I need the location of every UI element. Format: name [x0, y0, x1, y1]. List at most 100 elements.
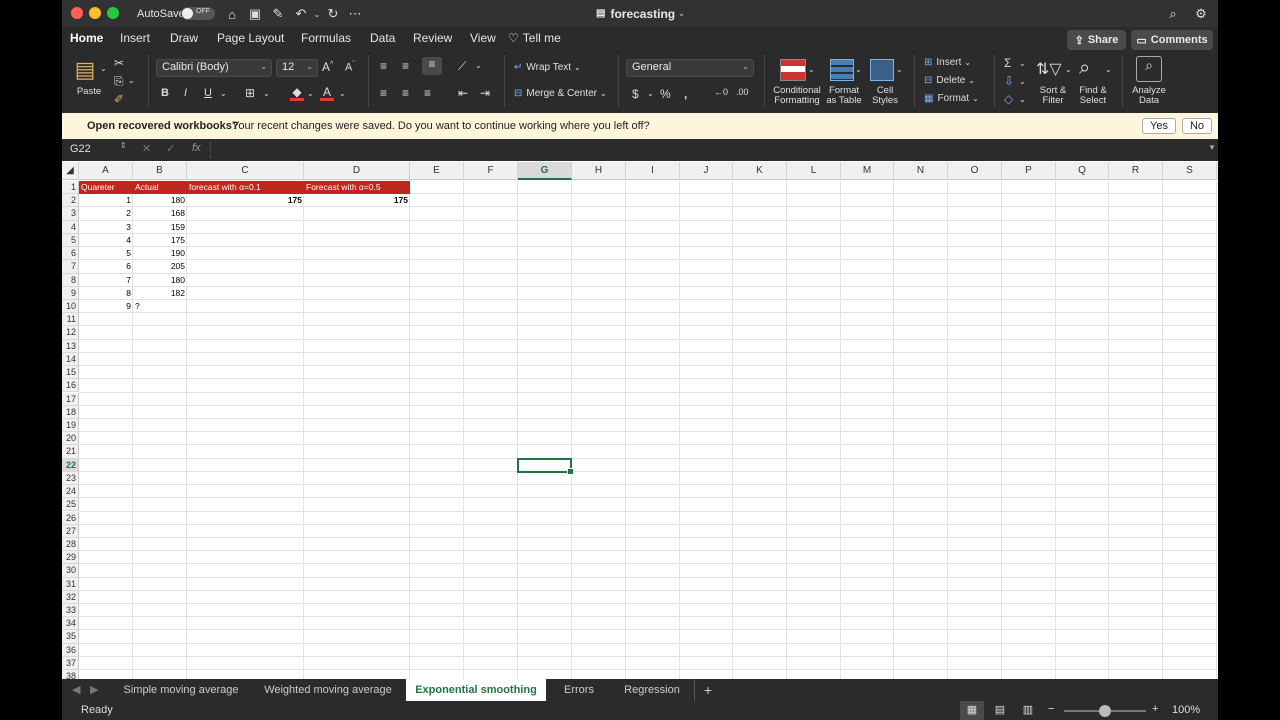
cut-icon[interactable]: ✂ [114, 56, 124, 70]
format-painter-icon[interactable]: ✐ [114, 92, 124, 106]
page-layout-view-icon[interactable]: ▤ [990, 701, 1010, 720]
tab-insert[interactable]: Insert [120, 31, 150, 49]
cell-a1[interactable]: Quareter [79, 181, 133, 195]
zoom-in-icon[interactable]: + [1152, 703, 1158, 715]
normal-view-icon[interactable]: ▦ [960, 701, 984, 720]
comma-icon[interactable]: , [684, 87, 687, 101]
clear-icon[interactable]: ◇ [1004, 92, 1013, 106]
sheet-tab-simple-moving-average[interactable]: Simple moving average [114, 679, 248, 701]
sheet-tab-weighted-moving-average[interactable]: Weighted moving average [252, 679, 404, 701]
row-header-12[interactable]: 12 [62, 326, 79, 340]
row-header-4[interactable]: 4 [62, 220, 79, 234]
row-header-18[interactable]: 18 [62, 405, 79, 419]
conditional-dropdown-icon[interactable]: ⌄ [808, 65, 815, 74]
row-header-10[interactable]: 10 [62, 299, 79, 314]
column-header-b[interactable]: B [133, 162, 187, 180]
cell-b1[interactable]: Actual [133, 181, 187, 195]
number-format-select[interactable]: General ⌄ [626, 59, 754, 77]
column-header-h[interactable]: H [572, 162, 626, 180]
decrease-decimal-icon[interactable]: .00 [736, 87, 749, 97]
sort-filter-icon[interactable]: ⇅▽ [1036, 59, 1062, 79]
tab-data[interactable]: Data [370, 31, 395, 49]
row-header-36[interactable]: 36 [62, 643, 79, 657]
close-window-button[interactable] [71, 7, 83, 19]
currency-dropdown-icon[interactable]: ⌄ [647, 89, 654, 98]
paste-dropdown-icon[interactable]: ⌄ [100, 64, 107, 73]
cell-c1[interactable]: forecast with α=0.1 [187, 181, 304, 195]
tab-view[interactable]: View [470, 31, 496, 49]
column-header-o[interactable]: O [948, 162, 1002, 180]
row-header-33[interactable]: 33 [62, 604, 79, 618]
more-icon[interactable]: ⋯ [346, 5, 364, 23]
borders-dropdown-icon[interactable]: ⌄ [263, 89, 270, 98]
cell-a10[interactable]: 9 [79, 300, 133, 313]
delete-button[interactable]: ⊟ Delete ⌄ [924, 75, 975, 86]
copy-dropdown-icon[interactable]: ⌄ [128, 76, 135, 85]
autosum-icon[interactable]: Σ [1004, 56, 1011, 70]
row-header-17[interactable]: 17 [62, 392, 79, 406]
underline-icon[interactable]: U [204, 87, 212, 99]
tab-page-layout[interactable]: Page Layout [217, 31, 284, 49]
expand-formula-icon[interactable]: ▼ [1208, 143, 1216, 152]
sheet-tab-exponential-smoothing[interactable]: Exponential smoothing [406, 679, 546, 701]
column-header-q[interactable]: Q [1056, 162, 1109, 180]
column-header-g[interactable]: G [518, 162, 572, 180]
row-header-38[interactable]: 38 [62, 670, 79, 679]
yes-button[interactable]: Yes [1142, 118, 1176, 134]
cell-a2[interactable]: 1 [79, 194, 133, 207]
next-sheet-icon[interactable]: ▶ [90, 683, 98, 696]
minimize-window-button[interactable] [89, 7, 101, 19]
fill-dropdown-icon[interactable]: ⌄ [1019, 77, 1026, 86]
decrease-indent-icon[interactable]: ⇤ [458, 86, 468, 100]
comments-button[interactable]: ▭ Comments [1131, 30, 1213, 50]
row-header-25[interactable]: 25 [62, 498, 79, 512]
fill-dropdown-icon[interactable]: ⌄ [307, 89, 314, 98]
column-header-c[interactable]: C [187, 162, 304, 180]
increase-decimal-icon[interactable]: ←0 [714, 87, 728, 97]
row-header-34[interactable]: 34 [62, 617, 79, 631]
find-select-icon[interactable]: ⌕ [1079, 57, 1090, 80]
align-right-icon[interactable]: ≡ [424, 86, 431, 100]
zoom-out-icon[interactable]: − [1048, 703, 1054, 715]
row-header-13[interactable]: 13 [62, 339, 79, 353]
select-all-corner[interactable]: ◢ [62, 162, 79, 180]
no-button[interactable]: No [1182, 118, 1212, 134]
page-break-view-icon[interactable]: ▥ [1018, 701, 1038, 720]
row-header-3[interactable]: 3 [62, 207, 79, 221]
sheet-tab-regression[interactable]: Regression [612, 679, 692, 701]
row-header-23[interactable]: 23 [62, 471, 79, 486]
row-header-24[interactable]: 24 [62, 485, 79, 499]
fill-color-icon[interactable]: ◆ [290, 85, 304, 101]
borders-icon[interactable]: ⊞ [245, 86, 255, 100]
column-header-e[interactable]: E [410, 162, 464, 180]
tab-draw[interactable]: Draw [170, 31, 198, 49]
row-header-11[interactable]: 11 [62, 313, 79, 327]
clear-dropdown-icon[interactable]: ⌄ [1019, 95, 1026, 104]
fill-icon[interactable]: ⇩ [1004, 74, 1014, 88]
cell-b10[interactable]: ? [133, 300, 187, 313]
cell-a8[interactable]: 7 [79, 274, 133, 287]
bold-icon[interactable]: B [161, 87, 169, 99]
search-icon[interactable]: ⌕ [1164, 5, 1182, 23]
align-top-icon[interactable]: ≡ [380, 59, 387, 73]
name-box-stepper-icon[interactable]: ⇕ [120, 141, 127, 150]
cell-styles-dropdown-icon[interactable]: ⌄ [896, 65, 903, 74]
row-header-35[interactable]: 35 [62, 630, 79, 644]
find-dropdown-icon[interactable]: ⌄ [1105, 65, 1112, 74]
cell-b2[interactable]: 180 [133, 194, 187, 207]
home-icon[interactable]: ⌂ [223, 5, 241, 23]
column-header-k[interactable]: K [733, 162, 787, 180]
cell-a5[interactable]: 4 [79, 234, 133, 247]
align-middle-icon[interactable]: ≡ [402, 59, 409, 73]
row-header-1[interactable]: 1 [62, 181, 79, 195]
percent-icon[interactable]: % [660, 87, 671, 101]
row-header-22[interactable]: 22 [62, 458, 79, 472]
format-button[interactable]: ▦ Format ⌄ [924, 93, 979, 104]
format-as-table-icon[interactable] [830, 59, 854, 81]
confirm-icon[interactable]: ✓ [166, 142, 175, 155]
cell-styles-icon[interactable] [870, 59, 894, 81]
title-chevron-icon[interactable]: ⌄ [678, 9, 685, 18]
align-bottom-icon[interactable]: ≡ [422, 57, 442, 75]
row-header-27[interactable]: 27 [62, 524, 79, 538]
tab-review[interactable]: Review [413, 31, 452, 49]
